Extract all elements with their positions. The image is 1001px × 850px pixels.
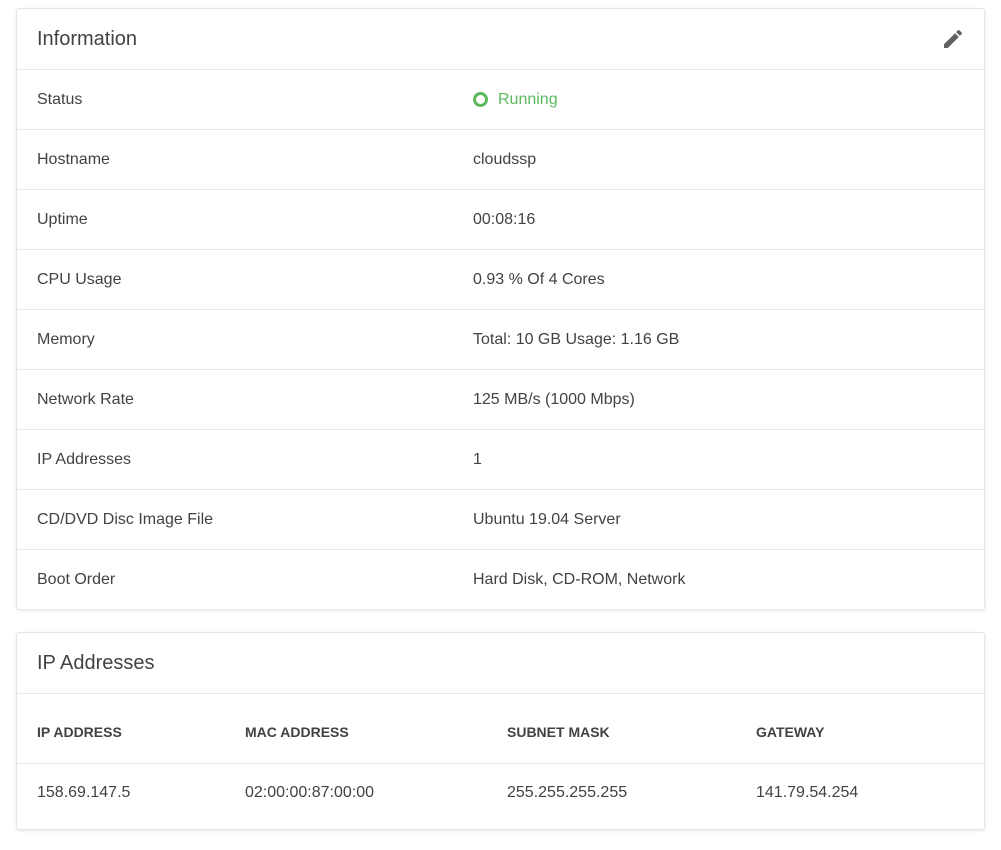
pencil-icon [944, 29, 963, 48]
information-title: Information [37, 27, 138, 50]
info-label: Boot Order [37, 571, 116, 588]
status-text: Running [498, 90, 558, 108]
ip-address-cell: 158.69.147.5 [37, 784, 131, 802]
info-value: Ubuntu 19.04 Server [473, 510, 621, 528]
edit-button[interactable] [938, 24, 968, 54]
ip-addresses-card: IP Addresses IP ADDRESS MAC ADDRESS SUBN… [16, 632, 985, 830]
column-header-ip-address: IP ADDRESS [17, 694, 245, 764]
subnet-mask-cell: 255.255.255.255 [507, 784, 628, 802]
info-value: 00:08:16 [473, 210, 536, 228]
information-card: Information Status Running Hostname clou… [16, 8, 985, 610]
info-value: 0.93 % Of 4 Cores [473, 270, 605, 288]
table-row: 158.69.147.5 02:00:00:87:00:00 255.255.2… [17, 763, 984, 823]
table-header-row: IP ADDRESS MAC ADDRESS SUBNET MASK GATEW… [17, 694, 984, 764]
column-header-mac-address: MAC ADDRESS [245, 694, 507, 764]
info-row-hostname: Hostname cloudssp [17, 130, 984, 190]
information-header: Information [17, 9, 984, 70]
info-row-network-rate: Network Rate 125 MB/s (1000 Mbps) [17, 370, 984, 430]
info-row-disc-image: CD/DVD Disc Image File Ubuntu 19.04 Serv… [17, 490, 984, 550]
mac-address-cell: 02:00:00:87:00:00 [245, 784, 375, 802]
info-row-cpu-usage: CPU Usage 0.93 % Of 4 Cores [17, 250, 984, 310]
info-row-memory: Memory Total: 10 GB Usage: 1.16 GB [17, 310, 984, 370]
info-label: CPU Usage [37, 270, 122, 288]
gateway-cell: 141.79.54.254 [756, 784, 859, 802]
info-label: IP Addresses [37, 450, 131, 468]
info-value: Total: 10 GB Usage: 1.16 GB [473, 330, 680, 348]
ip-addresses-title: IP Addresses [37, 651, 155, 674]
status-running-icon [473, 92, 488, 107]
info-row-uptime: Uptime 00:08:16 [17, 190, 984, 250]
info-value: Hard Disk, CD-ROM, Network [473, 571, 686, 588]
info-row-ip-addresses: IP Addresses 1 [17, 430, 984, 490]
ip-addresses-table: IP ADDRESS MAC ADDRESS SUBNET MASK GATEW… [17, 694, 984, 823]
column-header-subnet-mask: SUBNET MASK [507, 694, 756, 764]
info-row-status: Status Running [17, 70, 984, 130]
info-row-boot-order: Boot Order Hard Disk, CD-ROM, Network [17, 550, 984, 610]
status-indicator: Running [473, 91, 558, 109]
ip-addresses-header: IP Addresses [17, 633, 984, 694]
info-label: Memory [37, 330, 95, 348]
info-label: Uptime [37, 210, 88, 228]
column-header-gateway: GATEWAY [756, 694, 984, 764]
info-value: 1 [473, 450, 482, 468]
info-label: Status [37, 90, 83, 108]
info-value: 125 MB/s (1000 Mbps) [473, 390, 635, 408]
info-value: cloudssp [473, 150, 537, 168]
info-label: CD/DVD Disc Image File [37, 510, 214, 528]
info-label: Hostname [37, 150, 110, 168]
info-label: Network Rate [37, 390, 134, 408]
